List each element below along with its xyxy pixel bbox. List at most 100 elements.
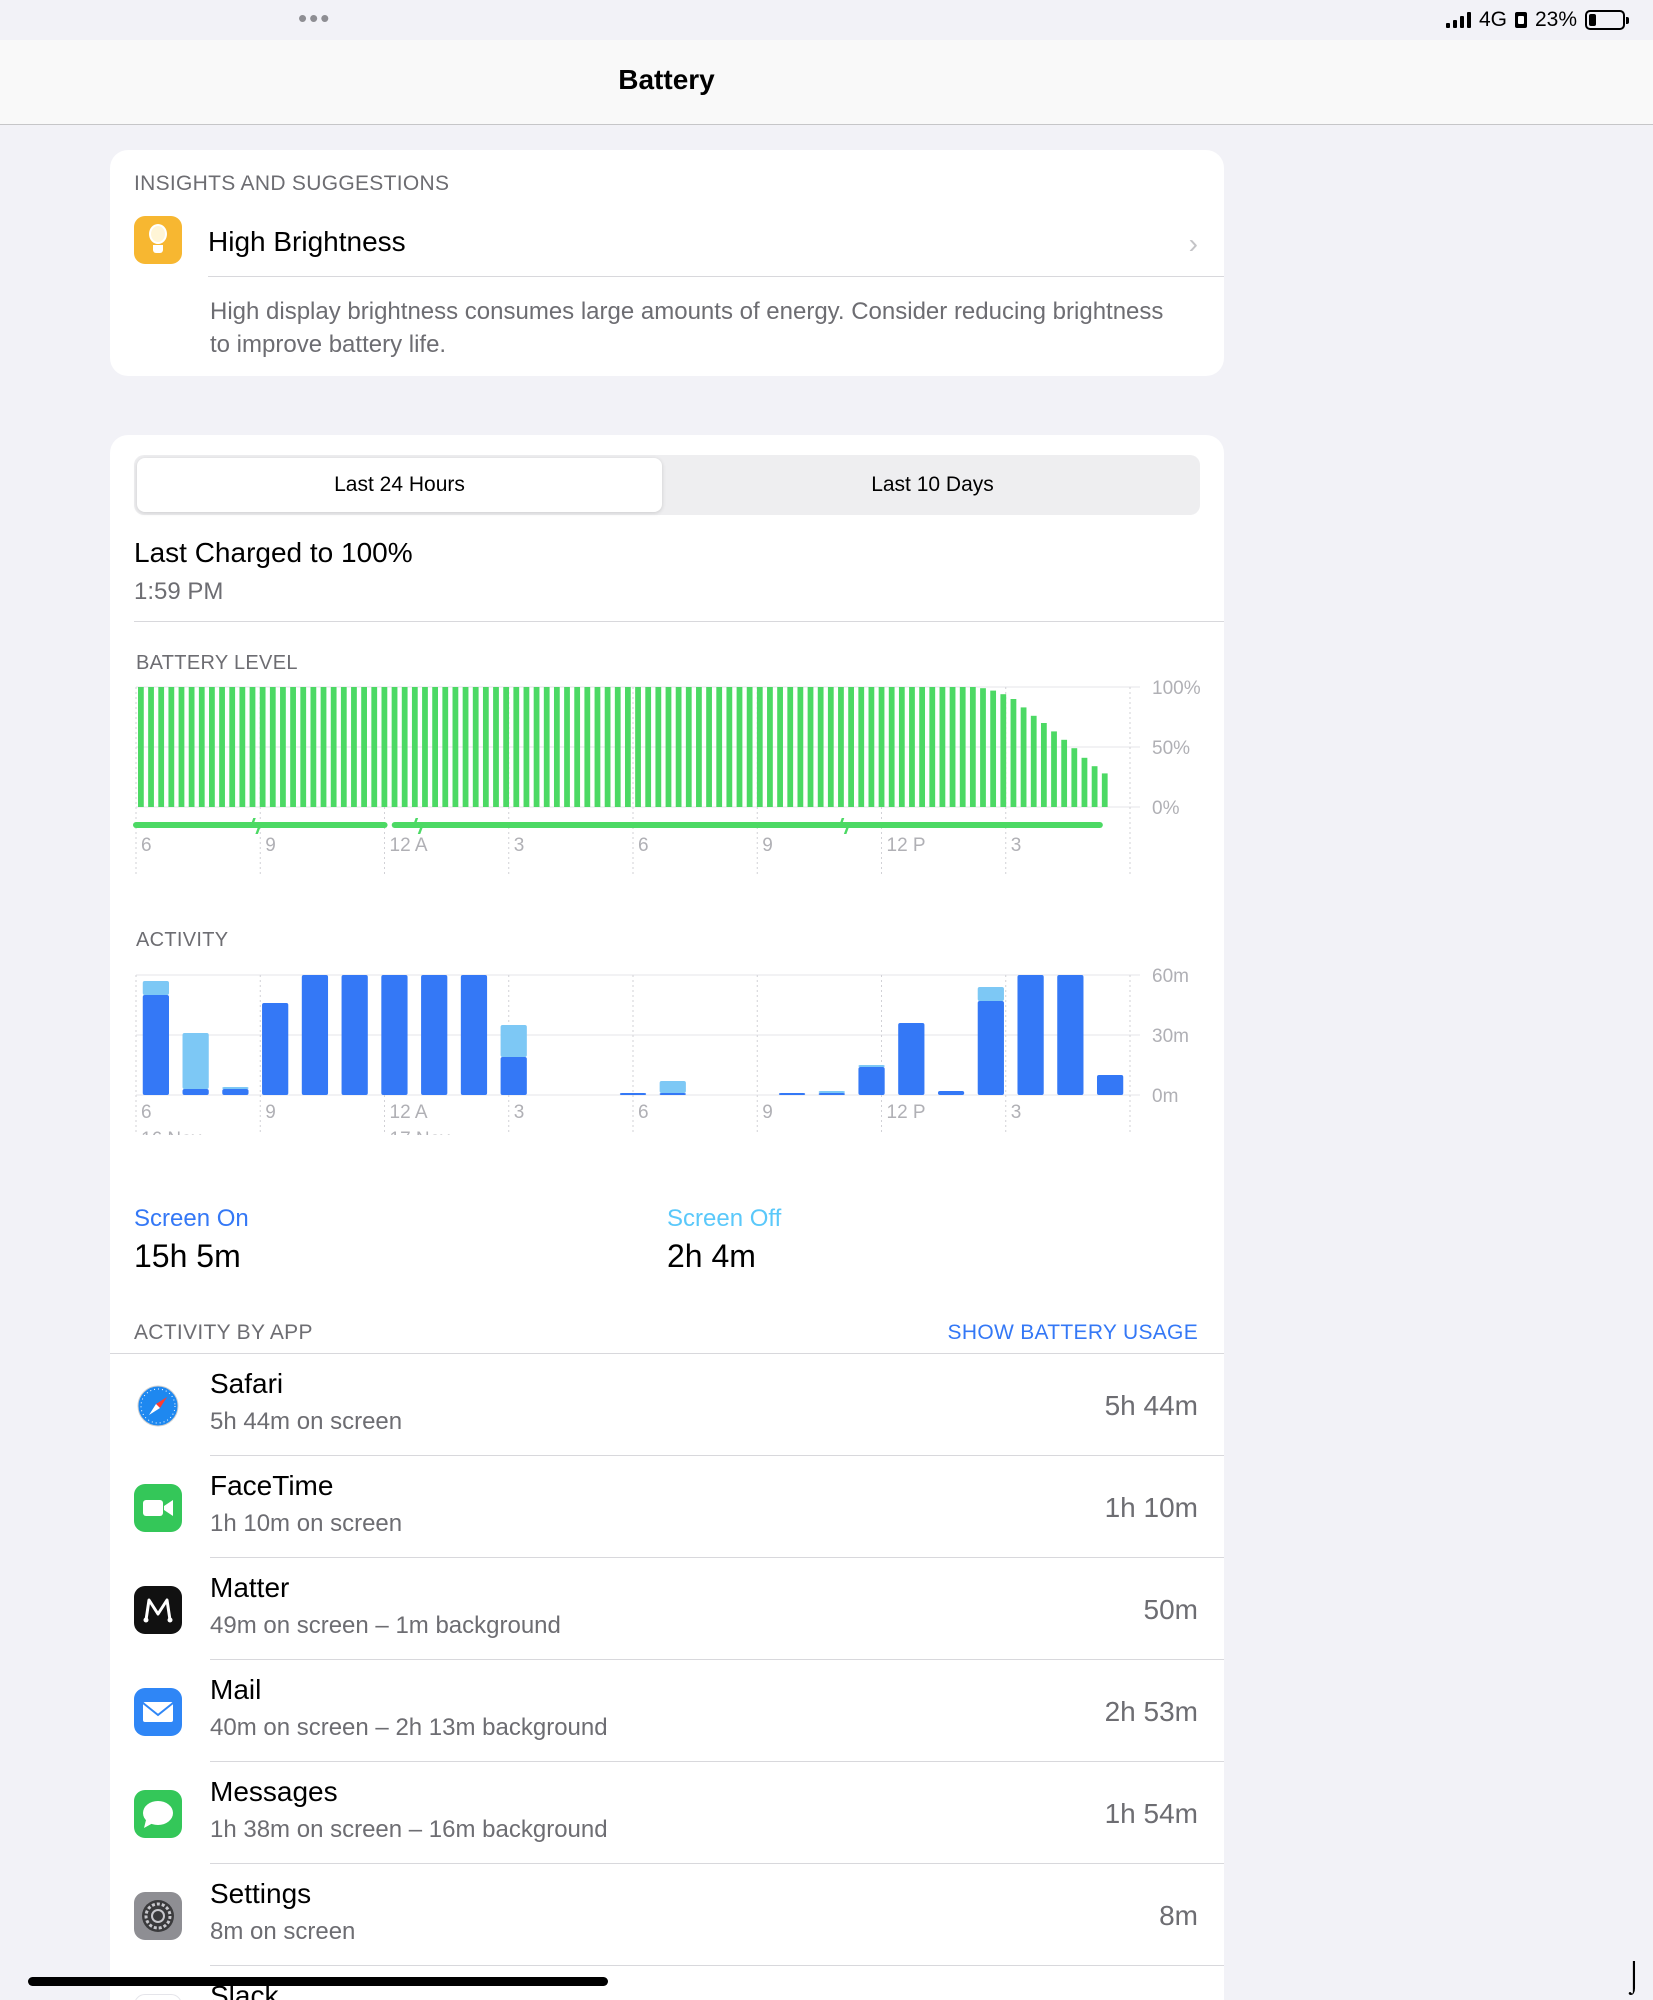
multitasking-dots-icon[interactable]: ••• bbox=[298, 5, 331, 31]
app-row-facetime[interactable]: FaceTime 1h 10m on screen 1h 10m bbox=[110, 1456, 1224, 1558]
screen-on-bar bbox=[858, 1067, 885, 1095]
battery-bar bbox=[746, 687, 753, 807]
activity-label: ACTIVITY bbox=[136, 929, 229, 951]
battery-bar bbox=[239, 687, 246, 807]
tab-last-10-days[interactable]: Last 10 Days bbox=[670, 458, 1195, 512]
battery-bar bbox=[838, 687, 844, 807]
app-row-safari[interactable]: Safari 5h 44m on screen 5h 44m bbox=[110, 1354, 1224, 1456]
x-tick-label: 6 bbox=[638, 1102, 649, 1123]
app-row-mail[interactable]: Mail 40m on screen – 2h 13m background 2… bbox=[110, 1660, 1224, 1762]
battery-bar bbox=[219, 687, 225, 807]
battery-bar bbox=[340, 687, 347, 807]
screen-on-value: 15h 5m bbox=[134, 1238, 241, 1274]
screen-on-bar bbox=[182, 1089, 209, 1095]
screen-on-bar bbox=[301, 975, 329, 1095]
battery-bar bbox=[878, 687, 885, 807]
battery-bar bbox=[685, 687, 692, 807]
network-type: 4G bbox=[1478, 8, 1507, 31]
y-tick-label: 50% bbox=[1152, 738, 1190, 759]
app-row-messages[interactable]: Messages 1h 38m on screen – 16m backgrou… bbox=[110, 1762, 1224, 1864]
screen-on-bar bbox=[1017, 975, 1044, 1095]
battery-bar bbox=[919, 687, 926, 807]
y-tick-label: 30m bbox=[1152, 1026, 1189, 1047]
screen-on-bar bbox=[977, 1001, 1004, 1095]
battery-bar bbox=[1101, 773, 1108, 807]
insight-description: High display brightness consumes large a… bbox=[210, 298, 1164, 358]
screen-on-bar bbox=[500, 1057, 527, 1095]
battery-bar bbox=[969, 687, 976, 807]
charging-bolt-icon: ϟ bbox=[412, 814, 424, 839]
battery-bar bbox=[280, 687, 286, 807]
battery-bar bbox=[1030, 715, 1037, 807]
app-time: 1h 10m bbox=[1104, 1492, 1198, 1523]
app-detail: 1h 10m on screen bbox=[210, 1510, 403, 1537]
battery-bar bbox=[1071, 748, 1078, 807]
activity-chart: 60m 30m 0m 6 9 12 A 3 6 9 12 P 3 16 Nov 17 Nov bbox=[135, 966, 1189, 1135]
x-tick-label: 6 bbox=[141, 835, 152, 856]
matter-icon bbox=[134, 1586, 182, 1634]
facetime-icon bbox=[134, 1484, 182, 1532]
slack-icon bbox=[134, 1994, 182, 2000]
battery-percent: 23% bbox=[1534, 8, 1577, 31]
battery-bar bbox=[523, 687, 530, 807]
battery-bar bbox=[929, 687, 936, 807]
charging-bolt-icon: ϟ bbox=[250, 814, 262, 839]
screen-on-bar bbox=[937, 1091, 965, 1095]
battery-bar bbox=[1020, 707, 1027, 807]
status-bar: ••• 4G 23% bbox=[0, 0, 1653, 40]
battery-bar bbox=[898, 687, 905, 807]
battery-bar bbox=[716, 687, 723, 807]
battery-bar bbox=[959, 687, 966, 807]
x-tick-label: 12 A bbox=[390, 1102, 428, 1123]
app-name: Safari bbox=[210, 1368, 284, 1399]
battery-bar bbox=[442, 687, 449, 807]
x-tick-label: 9 bbox=[265, 1102, 276, 1123]
app-row-settings[interactable]: Settings 8m on screen 8m bbox=[110, 1864, 1224, 1966]
signal-strength-icon bbox=[1445, 12, 1471, 28]
screen-on-bar bbox=[898, 1023, 925, 1095]
screen-on-bar bbox=[341, 975, 368, 1095]
pencil-hover-icon: ⌡ bbox=[1624, 1960, 1643, 1993]
x-tick-label: 3 bbox=[514, 1102, 525, 1123]
insights-card: INSIGHTS AND SUGGESTIONS High Brightness… bbox=[110, 150, 1224, 376]
battery-bar bbox=[990, 690, 997, 807]
home-indicator[interactable] bbox=[28, 1977, 608, 1986]
date-label: 17 Nov bbox=[390, 1129, 451, 1135]
x-tick-label: 3 bbox=[1011, 1102, 1022, 1123]
y-tick-label: 60m bbox=[1152, 966, 1189, 987]
screen-off-bar bbox=[142, 981, 170, 995]
battery-bar bbox=[675, 687, 682, 807]
battery-bar bbox=[767, 687, 773, 807]
screen-off-bar bbox=[659, 1081, 686, 1093]
charging-bolt-icon: ϟ bbox=[838, 814, 850, 839]
screen-on-bar bbox=[381, 975, 408, 1095]
battery-bar bbox=[503, 687, 510, 807]
insights-header: INSIGHTS AND SUGGESTIONS bbox=[134, 172, 450, 195]
battery-bar bbox=[604, 687, 611, 807]
tab-last-24-hours[interactable]: Last 24 Hours bbox=[137, 458, 662, 512]
screen-on-bar bbox=[142, 995, 170, 1095]
battery-level-chart: 100%50%0%6 9 12 A 3 6 9 12 P 3ϟ ϟ ϟ bbox=[133, 678, 1201, 875]
battery-bar bbox=[209, 687, 215, 807]
settings-icon bbox=[134, 1892, 182, 1940]
battery-bar bbox=[655, 687, 662, 807]
x-tick-label: 6 bbox=[141, 1102, 152, 1123]
battery-bar bbox=[148, 687, 154, 807]
safari-icon bbox=[134, 1382, 182, 1430]
screen-off-bar bbox=[818, 1091, 845, 1093]
battery-bar bbox=[472, 687, 479, 807]
app-row-matter[interactable]: Matter 49m on screen – 1m background 50m bbox=[110, 1558, 1224, 1660]
y-tick-label: 0% bbox=[1152, 798, 1180, 819]
navigation-bar: Battery bbox=[0, 40, 1653, 125]
app-detail: 5h 44m on screen bbox=[210, 1408, 403, 1435]
battery-bar bbox=[229, 687, 236, 807]
app-name: Messages bbox=[210, 1776, 338, 1807]
battery-bar bbox=[513, 687, 520, 807]
battery-icon bbox=[1585, 10, 1629, 30]
show-battery-usage-button[interactable]: SHOW BATTERY USAGE bbox=[948, 1321, 1198, 1345]
battery-bar bbox=[614, 687, 621, 807]
x-tick-label: 9 bbox=[762, 1102, 773, 1123]
battery-bar bbox=[320, 687, 327, 807]
insight-title: High Brightness bbox=[208, 226, 406, 257]
battery-bar bbox=[939, 687, 946, 807]
